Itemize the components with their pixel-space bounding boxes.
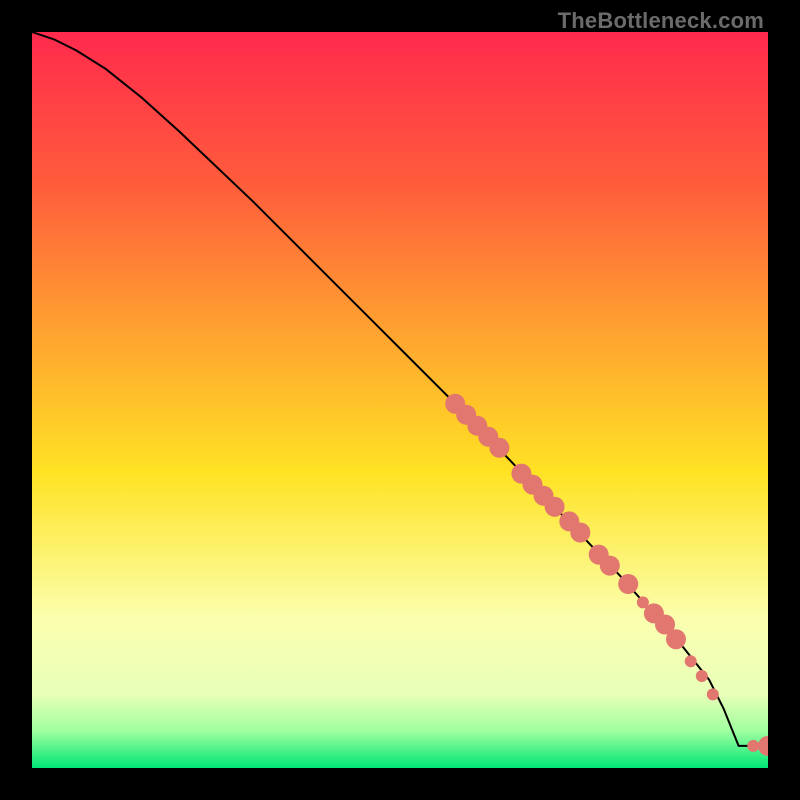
data-marker — [618, 574, 638, 594]
data-marker — [489, 438, 509, 458]
data-marker — [685, 655, 697, 667]
data-marker — [570, 523, 590, 543]
plot-area — [32, 32, 768, 768]
data-marker — [707, 688, 719, 700]
data-marker — [545, 497, 565, 517]
gradient-background — [32, 32, 768, 768]
data-marker — [600, 556, 620, 576]
watermark-label: TheBottleneck.com — [558, 8, 764, 34]
data-marker — [696, 670, 708, 682]
data-marker — [747, 740, 759, 752]
chart-svg — [32, 32, 768, 768]
data-marker — [666, 629, 686, 649]
chart-stage: TheBottleneck.com — [0, 0, 800, 800]
